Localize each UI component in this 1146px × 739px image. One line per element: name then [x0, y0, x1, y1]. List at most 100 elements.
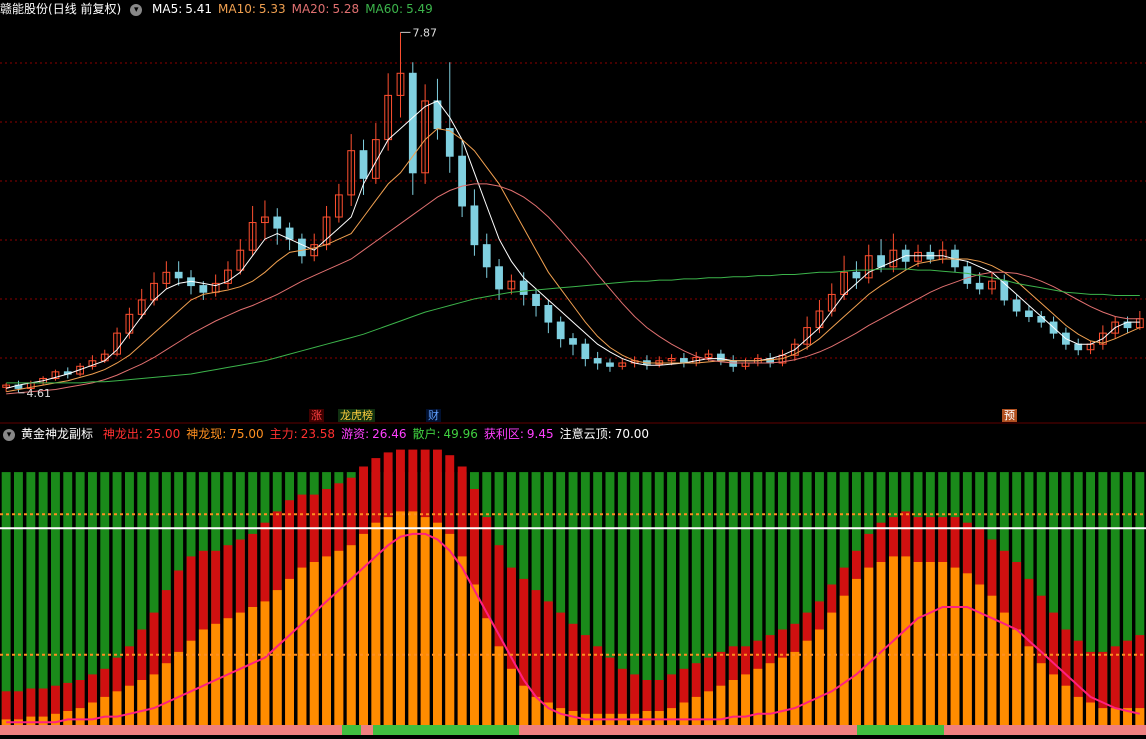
- candle-body: [1012, 299, 1021, 312]
- candle-body: [1025, 310, 1033, 318]
- indicator-bar: [149, 674, 159, 725]
- candle-body: [199, 285, 208, 293]
- indicator-bar: [38, 716, 48, 725]
- indicator-panel-header: ▾ 黄金神龙副标 神龙出: 25.00 神龙现: 75.00 主力: 23.58 游资: 26.…: [0, 425, 661, 443]
- ma-legend-value: 5.41: [185, 2, 212, 16]
- indicator-legend-item: 散户:: [412, 427, 441, 441]
- candle-body: [519, 280, 528, 295]
- indicator-legend-item: 注意云顶:: [559, 427, 612, 441]
- indicator-bar: [112, 691, 122, 725]
- status-strip-segment: [857, 725, 944, 735]
- candle-body: [174, 271, 183, 279]
- indicator-bar: [852, 578, 861, 725]
- indicator-bar: [198, 629, 208, 725]
- indicator-bar: [396, 511, 405, 725]
- ma-line-ma20: [6, 183, 1140, 395]
- indicator-bar: [679, 702, 689, 725]
- indicator-bar: [950, 567, 960, 725]
- indicator-bar: [765, 663, 775, 725]
- indicator-legend-item: 游资:: [341, 427, 370, 441]
- indicator-bar: [297, 567, 307, 725]
- candle-body: [408, 72, 417, 174]
- event-badge[interactable]: 龙虎榜: [338, 409, 375, 422]
- indicator-bar: [420, 517, 430, 725]
- indicator-bar: [1012, 629, 1022, 725]
- indicator-bar: [1135, 708, 1145, 725]
- indicator-legend-value: 75.00: [229, 427, 264, 441]
- indicator-legend-value: 25.00: [145, 427, 181, 441]
- indicator-bar: [901, 556, 911, 725]
- indicator-bar: [272, 590, 282, 725]
- chart-stage: 7.87 4.61: [0, 0, 1146, 735]
- chevron-down-icon[interactable]: ▾: [130, 3, 143, 16]
- ma-legend-item: MA20:: [291, 2, 330, 16]
- indicator-bar: [1024, 646, 1034, 725]
- indicator-bar: [864, 567, 874, 725]
- candle-body: [556, 321, 565, 340]
- indicator-bar: [125, 685, 134, 725]
- status-strip: [0, 725, 1146, 735]
- candle-body: [298, 238, 306, 257]
- indicator-bar: [88, 702, 97, 725]
- indicator-bar: [1098, 708, 1108, 725]
- indicator-bar: [987, 595, 997, 725]
- candle-body: [716, 353, 725, 362]
- candle-body: [852, 271, 861, 279]
- indicator-bar: [790, 651, 800, 725]
- indicator-bar: [802, 640, 812, 725]
- chevron-down-icon[interactable]: ▾: [3, 428, 15, 441]
- candle-body: [495, 266, 503, 290]
- indicator-bar: [433, 522, 442, 725]
- indicator-bar: [26, 716, 36, 725]
- candle-body: [458, 155, 466, 207]
- indicator-bar: [346, 545, 356, 725]
- indicator-bar: [38, 472, 48, 725]
- indicator-bar: [839, 595, 849, 725]
- event-badge[interactable]: 预: [1002, 409, 1017, 422]
- indicator-legend-value: 70.00: [614, 427, 650, 441]
- indicator-bar: [445, 533, 455, 725]
- indicator-bar: [642, 711, 652, 725]
- high-price-label: 7.87: [412, 26, 437, 39]
- indicator-legend-item: 获利区:: [483, 427, 524, 441]
- candle-body: [606, 362, 614, 367]
- candle-body: [359, 150, 368, 179]
- indicator-bar: [494, 646, 504, 725]
- indicator-bar: [359, 533, 368, 725]
- candle-body: [1037, 316, 1046, 323]
- indicator-bar: [186, 640, 196, 725]
- indicator-bar: [1061, 685, 1071, 725]
- candle-body: [532, 293, 540, 306]
- indicator-bar: [827, 612, 837, 725]
- indicator-bar: [962, 573, 972, 725]
- indicator-bar: [654, 711, 664, 725]
- indicator-bar: [938, 562, 948, 725]
- indicator-bar: [408, 511, 418, 725]
- indicator-bar: [309, 562, 319, 725]
- candle-body: [963, 266, 972, 284]
- indicator-bar: [1049, 674, 1058, 725]
- indicator-bar: [1110, 708, 1120, 725]
- indicator-bar: [999, 612, 1009, 725]
- indicator-bar: [100, 696, 110, 725]
- event-badge[interactable]: 财: [426, 409, 441, 422]
- indicator-bar: [285, 578, 294, 725]
- indicator-bar: [63, 711, 73, 725]
- indicator-bar: [51, 713, 60, 725]
- indicator-bar: [815, 629, 824, 725]
- status-strip-segment: [342, 725, 361, 735]
- chart-canvas: 7.87 4.61: [0, 26, 1146, 735]
- ma-legend-value: 5.33: [258, 2, 286, 16]
- candle-body: [433, 100, 442, 130]
- candle-body: [273, 216, 282, 229]
- indicator-legend-item: 主力:: [269, 427, 298, 441]
- indicator-name: 黄金神龙副标: [21, 427, 94, 441]
- indicator-bar: [593, 646, 603, 725]
- event-badge[interactable]: 涨: [309, 409, 324, 422]
- indicator-bar: [925, 562, 935, 725]
- ma-line-ma60: [6, 268, 1140, 384]
- indicator-bar: [211, 623, 221, 725]
- indicator-legend-item: 神龙出:: [102, 427, 143, 441]
- indicator-legend: 神龙出: 25.00 神龙现: 75.00 主力: 23.58 游资: 26.46 散户: 49.…: [103, 427, 655, 441]
- indicator-legend-value: 49.96: [443, 427, 478, 441]
